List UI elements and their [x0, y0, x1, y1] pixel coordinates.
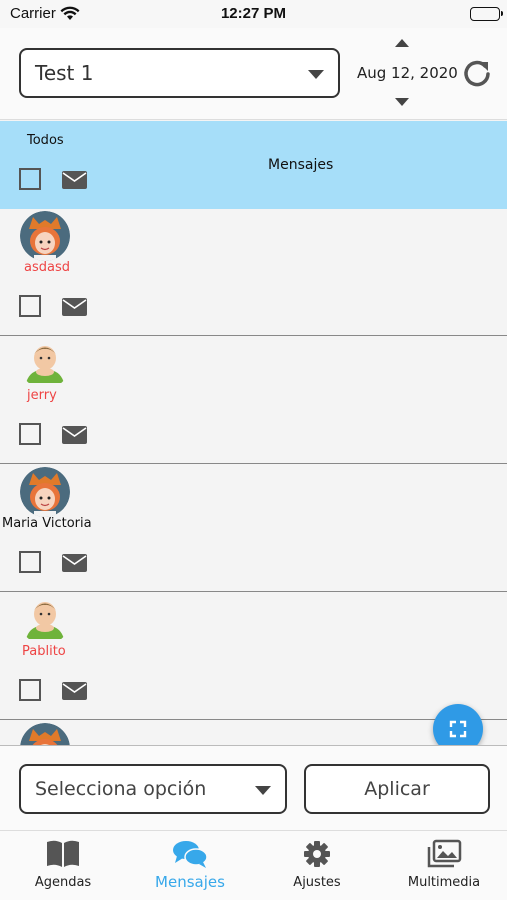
chevron-down-icon	[255, 786, 271, 795]
select-all-label: Todos	[27, 133, 64, 148]
mail-icon[interactable]	[62, 554, 87, 576]
chevron-down-icon	[308, 70, 324, 79]
tab-ajustes[interactable]: Ajustes	[254, 831, 380, 900]
clock: 12:27 PM	[220, 5, 287, 22]
header: Test 1 Aug 12, 2020	[0, 28, 507, 120]
tab-label: Mensajes	[155, 873, 225, 891]
girl-avatar	[20, 467, 70, 517]
tab-bar: Agendas Mensajes Ajustes Multimedia	[0, 830, 507, 900]
boy-avatar	[20, 339, 70, 389]
list-item[interactable]: jerry	[0, 337, 507, 464]
images-icon	[426, 839, 462, 873]
student-checkbox[interactable]	[19, 423, 41, 445]
option-select-placeholder: Selecciona opción	[35, 778, 207, 800]
mail-icon[interactable]	[62, 426, 87, 448]
tab-label: Multimedia	[407, 875, 481, 890]
tab-label: Ajustes	[293, 875, 341, 890]
tab-agendas[interactable]: Agendas	[0, 831, 126, 900]
status-bar: Carrier 12:27 PM	[0, 0, 507, 28]
date-label: Aug 12, 2020	[357, 64, 458, 82]
list-item[interactable]: asdasd	[0, 209, 507, 336]
mail-all-icon[interactable]	[62, 171, 87, 193]
list-item[interactable]	[0, 721, 507, 745]
date-increment-arrow-icon[interactable]	[395, 39, 409, 47]
option-select[interactable]: Selecciona opción	[19, 764, 287, 814]
student-checkbox[interactable]	[19, 295, 41, 317]
messages-column-label: Mensajes	[268, 157, 334, 173]
book-icon	[45, 839, 81, 873]
mail-icon[interactable]	[62, 298, 87, 320]
tab-mensajes[interactable]: Mensajes	[127, 831, 253, 900]
list-header-row: Todos Mensajes	[0, 121, 507, 209]
girl-avatar	[20, 211, 70, 261]
boy-avatar	[20, 595, 70, 645]
mail-icon[interactable]	[62, 682, 87, 704]
select-all-checkbox[interactable]	[19, 168, 41, 190]
action-bar: Selecciona opción Aplicar	[0, 745, 507, 830]
student-name: Maria Victoria	[2, 516, 92, 531]
tab-multimedia[interactable]: Multimedia	[381, 831, 507, 900]
student-name: Pablito	[22, 644, 66, 659]
list-item[interactable]: Pablito	[0, 593, 507, 720]
student-name: jerry	[27, 388, 57, 403]
apply-button[interactable]: Aplicar	[304, 764, 490, 814]
gear-icon	[299, 839, 335, 873]
date-decrement-arrow-icon[interactable]	[395, 98, 409, 106]
battery-icon	[470, 7, 503, 21]
girl-avatar	[20, 723, 70, 745]
refresh-icon[interactable]	[462, 58, 492, 92]
list-item[interactable]: Maria Victoria	[0, 465, 507, 592]
student-checkbox[interactable]	[19, 551, 41, 573]
group-select[interactable]: Test 1	[19, 48, 340, 98]
chat-icon	[172, 839, 208, 873]
tab-label: Agendas	[34, 875, 92, 890]
group-select-value: Test 1	[35, 61, 94, 85]
student-checkbox[interactable]	[19, 679, 41, 701]
student-name: asdasd	[24, 260, 70, 275]
